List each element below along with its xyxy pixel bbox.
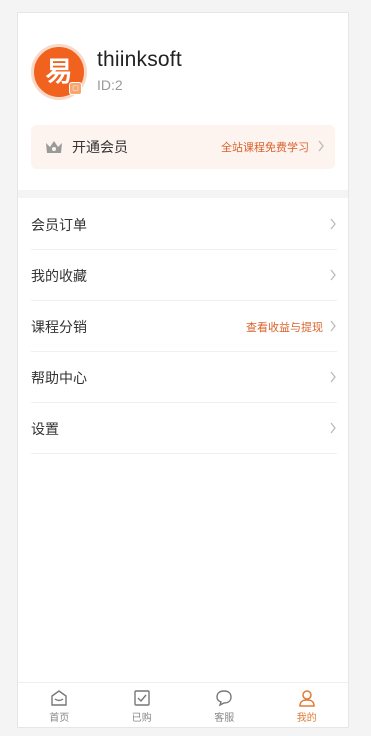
chevron-right-icon	[330, 422, 336, 434]
menu-item-settings[interactable]: 设置	[31, 403, 337, 454]
crown-icon	[46, 141, 62, 153]
vip-banner[interactable]: 开通会员 全站课程免费学习	[31, 125, 335, 169]
chevron-right-icon	[330, 371, 336, 383]
menu-item-favorites[interactable]: 我的收藏	[31, 250, 337, 301]
vip-label: 开通会员	[72, 139, 128, 155]
menu-item-label: 会员订单	[31, 217, 87, 233]
bottom-tabbar: 首页 已购 客服 我的	[18, 682, 348, 727]
tab-label: 首页	[49, 713, 70, 724]
menu-item-distribution[interactable]: 课程分销 查看收益与提现	[31, 301, 337, 352]
tab-label: 我的	[296, 713, 317, 724]
menu-item-member-orders[interactable]: 会员订单	[31, 199, 337, 250]
menu-list: 会员订单 我的收藏 课程分销 查看收益与提现 帮助中心 设置	[31, 199, 337, 454]
mine-page: 易 ▢ thiinksoft ID:2 开通会员 全站课程免费学习 会员订单 我…	[17, 12, 349, 728]
chat-icon	[216, 690, 232, 707]
vip-promo: 全站课程免费学习	[221, 142, 309, 154]
avatar-badge-icon: ▢	[69, 82, 82, 95]
chevron-right-icon	[330, 218, 336, 230]
section-divider	[18, 190, 348, 198]
menu-item-label: 我的收藏	[31, 268, 87, 284]
tab-label: 已购	[131, 713, 152, 724]
chevron-right-icon	[330, 320, 336, 332]
user-profile[interactable]: 易 ▢ thiinksoft ID:2	[31, 44, 331, 102]
menu-item-help[interactable]: 帮助中心	[31, 352, 337, 403]
menu-item-label: 课程分销	[31, 319, 87, 335]
tab-mine[interactable]: 我的	[266, 683, 349, 727]
tab-label: 客服	[214, 713, 235, 724]
user-icon	[298, 690, 315, 707]
avatar-logo: 易	[45, 56, 73, 88]
tab-home[interactable]: 首页	[18, 683, 101, 727]
checkbox-icon	[134, 690, 150, 706]
username: thiinksoft	[97, 48, 182, 71]
user-id: ID:2	[97, 77, 123, 93]
chevron-right-icon	[318, 140, 324, 152]
tab-service[interactable]: 客服	[183, 683, 266, 727]
home-icon	[51, 690, 67, 706]
avatar[interactable]: 易 ▢	[31, 44, 87, 100]
menu-item-label: 设置	[31, 421, 59, 437]
menu-item-label: 帮助中心	[31, 370, 87, 386]
tab-purchased[interactable]: 已购	[101, 683, 184, 727]
menu-item-aside: 查看收益与提现	[246, 322, 323, 334]
chevron-right-icon	[330, 269, 336, 281]
